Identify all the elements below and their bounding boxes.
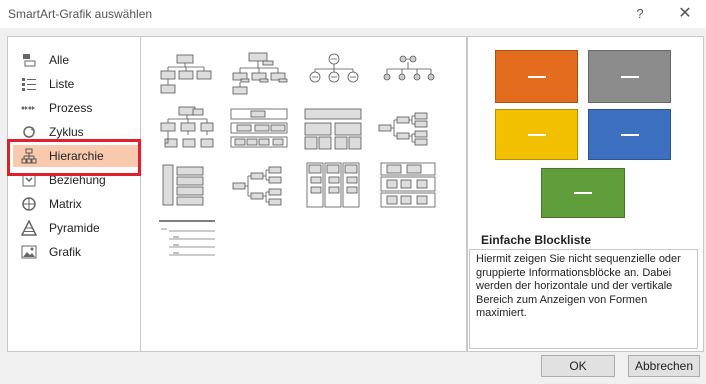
grouped-hierarchy-icon [380,162,436,208]
text-placeholder [527,133,546,136]
cycle-icon [23,126,35,138]
matrix-icon [22,197,36,211]
category-label: Beziehung [49,173,106,187]
category-liste[interactable]: Liste [13,73,138,95]
preview-block-orange [495,50,578,103]
category-label: Prozess [49,101,93,115]
hierarchy-icon [21,148,37,164]
layout-thumbnail[interactable] [229,161,291,211]
category-label: Alle [49,53,70,67]
preview-block-green [541,168,625,218]
category-list: Alle Liste Prozess Zyklus Hierarchie Bez… [7,36,141,352]
preview-block-gray [588,50,671,103]
category-label: Grafik [49,245,82,259]
labeled-vertical-list-icon [162,164,204,206]
layout-thumbnail[interactable] [229,105,291,155]
ok-button[interactable]: OK [541,355,615,377]
category-zyklus[interactable]: Zyklus [13,121,138,143]
table-hierarchy-icon [230,108,288,148]
layout-thumbnail[interactable] [303,49,365,99]
preview-title: Einfache Blockliste [481,233,592,247]
category-label: Matrix [49,197,82,211]
text-placeholder [620,75,639,78]
layout-thumbnail[interactable] [229,49,291,99]
preview-block-blue [588,109,671,160]
hierarchy-with-circles-icon [383,55,435,81]
category-beziehung[interactable]: Beziehung [13,169,138,191]
horizontal-table-icon [304,108,362,150]
help-button[interactable]: ? [628,4,652,24]
layout-thumbnail[interactable] [155,161,217,211]
category-matrix[interactable]: Matrix [13,193,138,215]
category-label: Liste [49,77,75,91]
text-placeholder [574,192,592,194]
layout-thumbnail[interactable] [155,49,217,99]
cancel-button[interactable]: Abbrechen [628,355,700,377]
dialog-title: SmartArt-Grafik auswählen [8,7,153,21]
category-label: Zyklus [49,125,84,139]
layout-thumbnail[interactable] [155,105,217,155]
layout-thumbnail[interactable] [377,161,439,211]
process-icon [21,106,35,110]
text-placeholder [527,75,546,78]
category-prozess[interactable]: Prozess [13,97,138,119]
layout-thumbnail[interactable] [303,105,365,155]
category-label: Pyramide [49,221,100,235]
close-button[interactable]: ✕ [673,4,697,24]
hierarchy-list-icon [306,162,360,208]
picture-icon [21,245,37,259]
horizontal-tree-icon [232,166,282,206]
lined-list-icon [159,220,215,256]
category-grafik[interactable]: Grafik [13,241,138,263]
preview-description: Hiermit zeigen Sie nicht sequenzielle od… [469,249,698,349]
preview-block-yellow [495,109,578,160]
all-icon [23,54,36,67]
title-bar: SmartArt-Grafik auswählen ? ✕ [0,0,706,28]
layout-thumbnail[interactable] [303,161,365,211]
category-pyramide[interactable]: Pyramide [13,217,138,239]
category-alle[interactable]: Alle [13,49,138,71]
name-title-org-chart-icon [232,52,288,95]
horizontal-hierarchy-icon [378,112,428,146]
text-placeholder [620,133,639,136]
labeled-hierarchy-icon [160,106,214,148]
list-icon [22,78,36,91]
category-label: Hierarchie [49,149,104,163]
org-chart-icon [160,54,212,94]
pyramid-icon [21,220,37,236]
layout-thumbnail[interactable] [377,105,439,155]
layout-gallery [141,36,467,352]
category-hierarchie[interactable]: Hierarchie [13,145,138,167]
layout-thumbnail[interactable] [377,49,439,99]
layout-thumbnail[interactable] [155,217,217,267]
relationship-icon [22,173,36,187]
circle-picture-hierarchy-icon [309,53,359,83]
